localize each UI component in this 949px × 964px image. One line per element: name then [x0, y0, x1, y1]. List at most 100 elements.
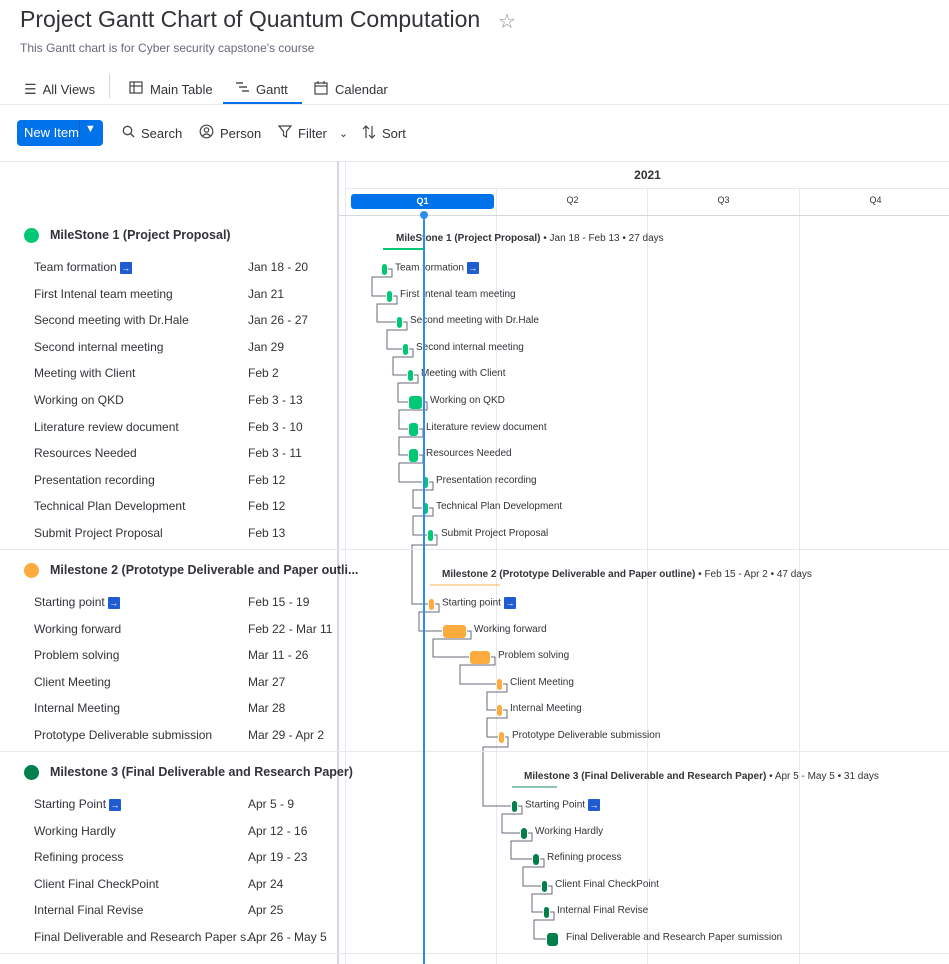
item-name[interactable]: Client Final CheckPoint: [34, 877, 159, 891]
item-name[interactable]: Starting Point →: [34, 797, 122, 811]
item-date[interactable]: Mar 27: [248, 675, 285, 689]
item-date[interactable]: Feb 12: [248, 499, 285, 513]
gantt-bar-label: Technical Plan Development: [436, 501, 563, 512]
milestone-summary-label[interactable]: MileStone 1 (Project Proposal) • Jan 18 …: [396, 233, 664, 244]
gantt-bar[interactable]: [428, 529, 433, 541]
gantt-bar[interactable]: [521, 827, 527, 839]
item-date[interactable]: Apr 25: [248, 903, 283, 917]
gantt-bar-label: Second meeting with Dr.Hale: [410, 315, 539, 326]
item-date[interactable]: Jan 18 - 20: [248, 260, 308, 274]
gantt-bar[interactable]: [409, 395, 422, 409]
gantt-bar-label: Submit Project Proposal: [441, 528, 549, 539]
gantt-bar[interactable]: [512, 800, 517, 812]
link-arrow-icon[interactable]: →: [119, 261, 132, 274]
link-arrow-icon[interactable]: →: [109, 798, 122, 811]
item-date[interactable]: Feb 13: [248, 526, 285, 540]
gantt-bar[interactable]: [547, 932, 558, 946]
gantt-bar[interactable]: [443, 624, 466, 638]
item-date[interactable]: Mar 28: [248, 701, 285, 715]
item-name[interactable]: Submit Project Proposal: [34, 526, 163, 540]
item-date[interactable]: Jan 21: [248, 287, 284, 301]
item-name[interactable]: Client Meeting: [34, 675, 111, 689]
group-color-dot[interactable]: [24, 228, 39, 243]
milestone-span-bar: [430, 584, 500, 586]
group-divider: [0, 953, 949, 954]
gantt-bar[interactable]: [387, 290, 392, 302]
gantt-bar[interactable]: [409, 448, 418, 462]
gantt-bar[interactable]: [429, 598, 434, 610]
gantt-bar[interactable]: [544, 906, 549, 918]
gantt-bar[interactable]: [542, 880, 547, 892]
item-name[interactable]: First Intenal team meeting: [34, 287, 173, 301]
gantt-bar[interactable]: [499, 731, 504, 743]
item-date[interactable]: Feb 12: [248, 473, 285, 487]
item-date[interactable]: Apr 26 - May 5: [248, 930, 327, 944]
item-date[interactable]: Mar 29 - Apr 2: [248, 728, 324, 742]
gantt-bar[interactable]: [382, 263, 387, 275]
item-date[interactable]: Feb 3 - 11: [248, 446, 302, 460]
link-arrow-icon[interactable]: →: [466, 262, 479, 274]
gantt-bar[interactable]: [408, 369, 413, 381]
gantt-bar-label: Problem solving: [498, 650, 570, 661]
item-date[interactable]: Mar 11 - 26: [248, 648, 308, 662]
item-name[interactable]: Final Deliverable and Research Paper s..…: [34, 930, 256, 944]
item-date[interactable]: Feb 15 - 19: [248, 595, 309, 609]
gantt-bar-label: Prototype Deliverable submission: [512, 730, 661, 741]
gantt-bar[interactable]: [397, 316, 402, 328]
link-arrow-icon[interactable]: →: [588, 799, 601, 811]
item-name[interactable]: Second internal meeting: [34, 340, 163, 354]
item-name[interactable]: Internal Meeting: [34, 701, 120, 715]
item-date[interactable]: Jan 26 - 27: [248, 313, 308, 327]
gantt-bar[interactable]: [497, 678, 502, 690]
milestone-summary-label[interactable]: Milestone 3 (Final Deliverable and Resea…: [524, 771, 879, 782]
gantt-bar-label: Starting point →: [442, 597, 516, 609]
item-name[interactable]: Problem solving: [34, 648, 119, 662]
item-name[interactable]: Resources Needed: [34, 446, 137, 460]
group-title[interactable]: MileStone 1 (Project Proposal): [50, 228, 231, 242]
dependency-line: [482, 736, 511, 807]
item-name[interactable]: Working Hardly: [34, 824, 116, 838]
group-color-dot[interactable]: [24, 765, 39, 780]
link-arrow-icon[interactable]: →: [107, 596, 120, 609]
item-name[interactable]: Working forward: [34, 622, 121, 636]
link-arrow-icon[interactable]: →: [503, 597, 516, 609]
item-name[interactable]: Team formation →: [34, 260, 132, 274]
item-date[interactable]: Apr 24: [248, 877, 283, 891]
milestone-name: Milestone 3 (Final Deliverable and Resea…: [524, 771, 767, 782]
gantt-bar[interactable]: [533, 853, 539, 865]
item-date[interactable]: Feb 2: [248, 366, 279, 380]
item-name[interactable]: Meeting with Client: [34, 366, 135, 380]
item-name[interactable]: Literature review document: [34, 420, 179, 434]
item-date[interactable]: Feb 22 - Mar 11: [248, 622, 332, 636]
milestone-name: MileStone 1 (Project Proposal): [396, 233, 541, 244]
gantt-bar-label: Resources Needed: [426, 448, 512, 459]
group-divider: [0, 549, 949, 550]
item-name[interactable]: Presentation recording: [34, 473, 155, 487]
group-title[interactable]: Milestone 3 (Final Deliverable and Resea…: [50, 765, 353, 779]
item-date[interactable]: Feb 3 - 13: [248, 393, 303, 407]
item-name[interactable]: Second meeting with Dr.Hale: [34, 313, 189, 327]
milestone-summary-label[interactable]: Milestone 2 (Prototype Deliverable and P…: [442, 569, 812, 580]
gantt-bar[interactable]: [409, 422, 418, 436]
item-date[interactable]: Apr 19 - 23: [248, 850, 307, 864]
gantt-bar-label: Internal Meeting: [510, 703, 582, 714]
item-name[interactable]: Refining process: [34, 850, 123, 864]
item-name[interactable]: Working on QKD: [34, 393, 124, 407]
item-name[interactable]: Technical Plan Development: [34, 499, 185, 513]
item-date[interactable]: Jan 29: [248, 340, 284, 354]
group-color-dot[interactable]: [24, 563, 39, 578]
item-name[interactable]: Starting point →: [34, 595, 120, 609]
group-title[interactable]: Milestone 2 (Prototype Deliverable and P…: [50, 563, 358, 577]
gantt-bar[interactable]: [497, 704, 502, 716]
item-name[interactable]: Internal Final Revise: [34, 903, 143, 917]
gantt-bar-label: Second internal meeting: [416, 342, 524, 353]
gantt-bar-label: Client Final CheckPoint: [555, 879, 659, 890]
item-date[interactable]: Feb 3 - 10: [248, 420, 303, 434]
gantt-bar-label: First Intenal team meeting: [400, 289, 516, 300]
item-name[interactable]: Prototype Deliverable submission: [34, 728, 212, 742]
gantt-bar[interactable]: [403, 343, 408, 355]
gantt-bar[interactable]: [470, 650, 490, 664]
gantt-bar-label: Working Hardly: [535, 826, 604, 837]
item-date[interactable]: Apr 12 - 16: [248, 824, 307, 838]
item-date[interactable]: Apr 5 - 9: [248, 797, 294, 811]
